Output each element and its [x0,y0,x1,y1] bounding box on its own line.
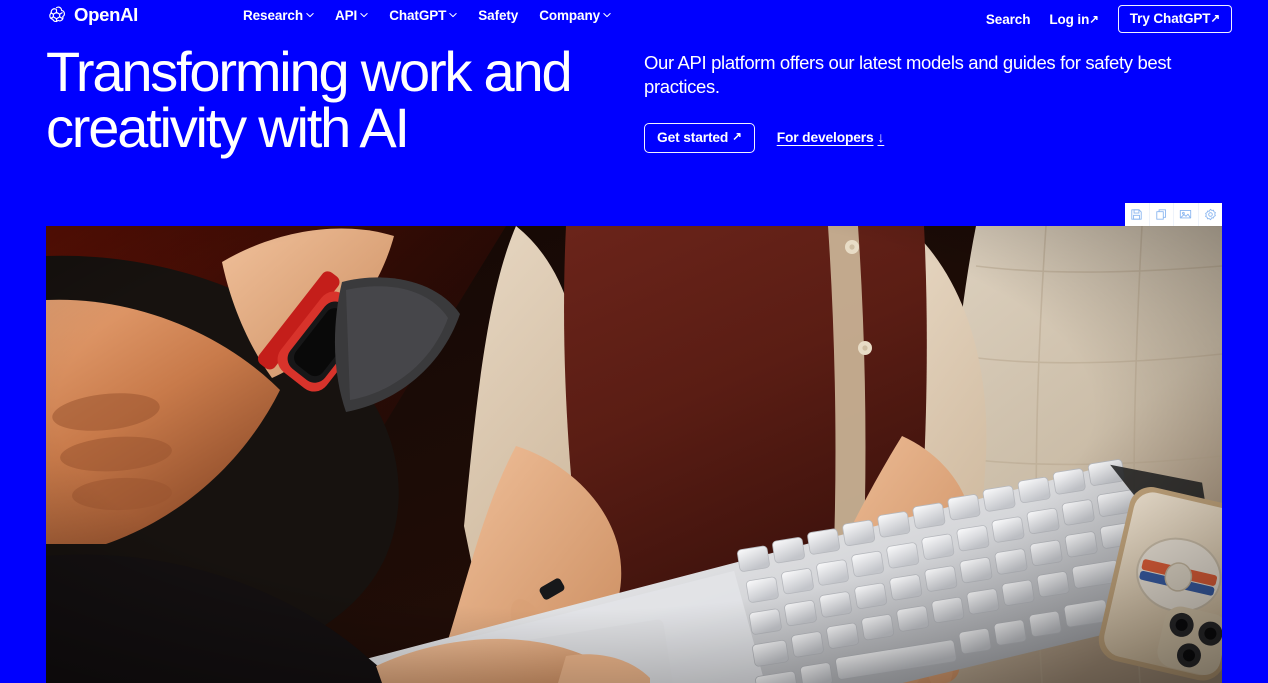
nav-item-chatgpt[interactable]: ChatGPT [389,8,458,23]
page-title: Transforming work and creativity with AI [46,44,646,156]
nav-item-api[interactable]: API [335,8,368,23]
for-developers-link[interactable]: For developers ↓ [777,130,885,145]
get-started-label: Get started [657,129,729,145]
hero-action-row: Get started ↗ For developers ↓ [644,122,1224,153]
chevron-down-icon [603,11,611,19]
chevron-down-icon [449,11,458,19]
cta-label: Try ChatGPT [1129,11,1211,26]
arrow-up-right-icon: ↗ [732,131,742,144]
nav-item-safety[interactable]: Safety [478,8,518,23]
save-button[interactable] [1125,203,1150,226]
search-button[interactable]: Search [986,12,1031,27]
hero-subtitle: Our API platform offers our latest model… [644,52,1172,98]
save-icon [1130,208,1143,221]
hero-description-block: Our API platform offers our latest model… [644,51,1224,153]
for-developers-label: For developers [776,130,874,146]
page-title-line-2: creativity with AI [46,96,410,159]
page-title-line-1: Transforming work and [46,40,573,103]
openai-homepage: OpenAI Research API ChatGPT Safety Compa… [0,0,1268,683]
nav-label: Research [243,8,303,23]
secondary-nav-links: Search Log in↗ Try ChatGPT↗ [986,5,1232,33]
openai-blossom-logo-icon [46,5,67,26]
login-label: Log in [1049,11,1090,27]
nav-item-research[interactable]: Research [243,8,314,23]
image-button[interactable] [1174,203,1199,226]
get-started-button[interactable]: Get started ↗ [644,122,755,153]
copy-icon [1155,208,1168,221]
try-chatgpt-button[interactable]: Try ChatGPT↗ [1117,5,1232,33]
arrow-down-icon: ↓ [877,130,885,146]
settings-gear-icon [1204,208,1217,221]
primary-nav-links: Research API ChatGPT Safety Company [243,8,611,23]
nav-label: API [335,8,358,23]
arrow-up-right-icon: ↗ [1210,13,1220,25]
chevron-down-icon [306,11,314,19]
chevron-down-icon [360,11,368,19]
top-navigation-bar: OpenAI Research API ChatGPT Safety Compa… [0,0,1268,34]
nav-label: Company [539,8,601,23]
nav-label: Safety [478,8,519,23]
image-icon [1179,208,1192,221]
arrow-up-right-icon: ↗ [1089,13,1099,26]
brand-logo[interactable]: OpenAI [46,5,138,26]
nav-item-company[interactable]: Company [539,8,611,23]
settings-button[interactable] [1199,203,1223,226]
login-link[interactable]: Log in↗ [1049,11,1099,27]
image-toolbar [1125,203,1222,226]
nav-label: ChatGPT [389,8,447,23]
brand-name: OpenAI [74,4,138,26]
hero-image: photo [46,226,1222,683]
copy-button[interactable] [1150,203,1174,226]
